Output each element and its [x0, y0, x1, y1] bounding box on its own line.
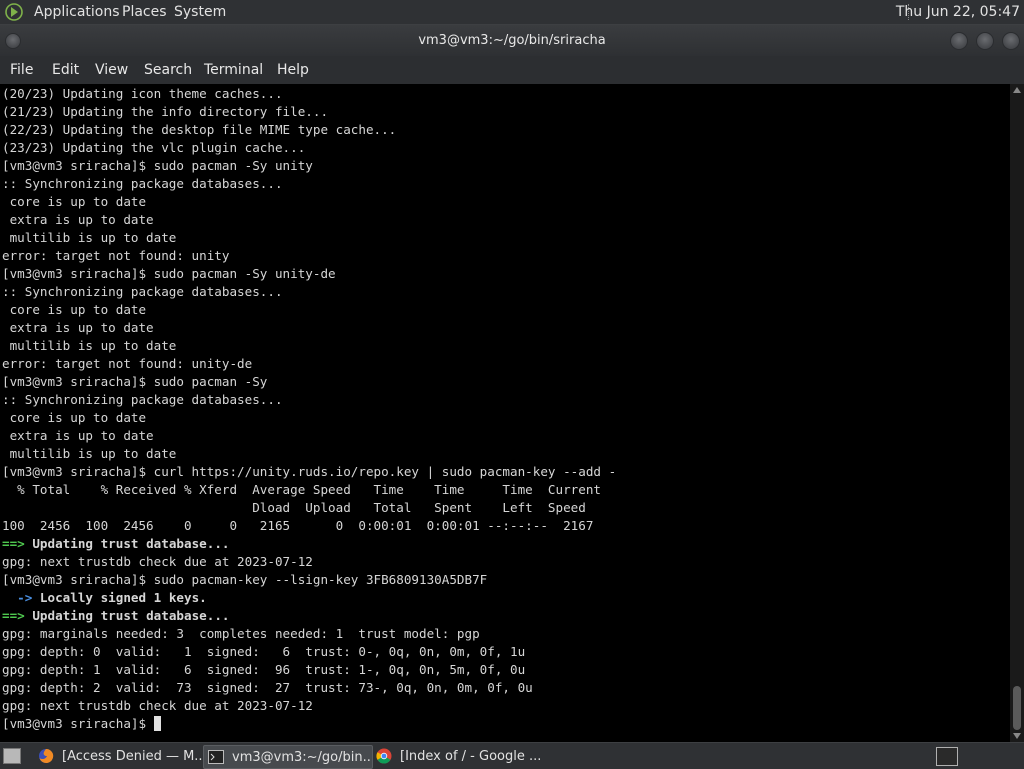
- minimize-button[interactable]: [950, 32, 968, 50]
- maximize-button[interactable]: [976, 32, 994, 50]
- menu-search[interactable]: Search: [144, 62, 192, 78]
- terminal-line: multilib is up to date: [2, 338, 177, 353]
- scrollbar-thumb[interactable]: [1013, 686, 1021, 730]
- terminal-line: % Total % Received % Xferd Average Speed…: [2, 482, 601, 497]
- terminal-scrollbar[interactable]: [1010, 84, 1024, 742]
- menu-edit[interactable]: Edit: [52, 62, 79, 78]
- terminal-line: -> Locally signed 1 keys.: [2, 590, 207, 605]
- terminal-line: [vm3@vm3 sriracha]$ sudo pacman -Sy unit…: [2, 158, 313, 173]
- chrome-icon: [376, 748, 392, 764]
- terminal-line: (23/23) Updating the vlc plugin cache...: [2, 140, 306, 155]
- terminal-line: ==> Updating trust database...: [2, 536, 230, 551]
- scroll-down-arrow-icon[interactable]: [1013, 733, 1021, 739]
- terminal-line: extra is up to date: [2, 212, 154, 227]
- task-chrome[interactable]: [Index of / - Google ...: [372, 745, 542, 767]
- terminal-line: (22/23) Updating the desktop file MIME t…: [2, 122, 397, 137]
- window-titlebar[interactable]: vm3@vm3:~/go/bin/sriracha: [0, 25, 1024, 56]
- terminal-line: multilib is up to date: [2, 230, 177, 245]
- terminal-line: gpg: depth: 1 valid: 6 signed: 96 trust:…: [2, 662, 526, 677]
- scroll-up-arrow-icon[interactable]: [1013, 87, 1021, 93]
- menu-file[interactable]: File: [10, 62, 33, 78]
- terminal-line: Dload Upload Total Spent Left Speed: [2, 500, 586, 515]
- terminal-line: gpg: marginals needed: 3 completes neede…: [2, 626, 480, 641]
- terminal-output[interactable]: (20/23) Updating icon theme caches... (21…: [0, 84, 1010, 742]
- top-panel: Applications Places System Thu Jun 22, 0…: [0, 0, 1024, 25]
- gnome-foot-icon[interactable]: [5, 3, 23, 21]
- task-terminal[interactable]: vm3@vm3:~/go/bin...: [203, 745, 373, 769]
- window-title: vm3@vm3:~/go/bin/sriracha: [418, 33, 606, 48]
- applications-menu[interactable]: Applications: [34, 4, 120, 20]
- task-label: vm3@vm3:~/go/bin...: [232, 749, 373, 765]
- terminal-line: [vm3@vm3 sriracha]$: [2, 715, 616, 733]
- terminal-line: gpg: depth: 2 valid: 73 signed: 27 trust…: [2, 680, 533, 695]
- show-desktop-icon[interactable]: [3, 748, 21, 764]
- terminal-line: core is up to date: [2, 410, 147, 425]
- system-menu[interactable]: System: [174, 4, 226, 20]
- terminal-line: [vm3@vm3 sriracha]$ curl https://unity.r…: [2, 464, 617, 479]
- task-label: [Index of / - Google ...: [400, 748, 542, 764]
- terminal-line: [vm3@vm3 sriracha]$ sudo pacman-key --ls…: [2, 572, 488, 587]
- task-firefox[interactable]: [Access Denied — M...: [34, 745, 204, 767]
- places-menu[interactable]: Places: [122, 4, 167, 20]
- taskbar: [Access Denied — M... vm3@vm3:~/go/bin..…: [0, 742, 1024, 769]
- close-button[interactable]: [1002, 32, 1020, 50]
- terminal-line: gpg: next trustdb check due at 2023-07-1…: [2, 554, 313, 569]
- terminal-line: [vm3@vm3 sriracha]$ sudo pacman -Sy unit…: [2, 266, 336, 281]
- menu-help[interactable]: Help: [277, 62, 309, 78]
- terminal-line: ==> Updating trust database...: [2, 608, 230, 623]
- terminal-line: :: Synchronizing package databases...: [2, 176, 283, 191]
- task-label: [Access Denied — M...: [62, 748, 204, 764]
- terminal-line: (20/23) Updating icon theme caches...: [2, 86, 283, 101]
- terminal-lines: (20/23) Updating icon theme caches... (21…: [2, 85, 616, 733]
- terminal-line: extra is up to date: [2, 428, 154, 443]
- terminal-line: :: Synchronizing package databases...: [2, 392, 283, 407]
- terminal-line: core is up to date: [2, 302, 147, 317]
- menu-view[interactable]: View: [95, 62, 128, 78]
- workspace-switcher-icon[interactable]: [936, 747, 958, 766]
- terminal-line: core is up to date: [2, 194, 147, 209]
- menubar: File Edit View Search Terminal Help: [0, 56, 1024, 84]
- terminal-line: gpg: depth: 0 valid: 1 signed: 6 trust: …: [2, 644, 526, 659]
- terminal-line: 100 2456 100 2456 0 0 2165 0 0:00:01 0:0…: [2, 518, 594, 533]
- terminal-line: :: Synchronizing package databases...: [2, 284, 283, 299]
- menu-terminal[interactable]: Terminal: [204, 62, 263, 78]
- clock[interactable]: Thu Jun 22, 05:47: [896, 4, 1020, 20]
- firefox-icon: [39, 748, 54, 763]
- terminal-icon: [208, 750, 224, 764]
- terminal-line: [vm3@vm3 sriracha]$ sudo pacman -Sy: [2, 374, 268, 389]
- terminal-line: error: target not found: unity: [2, 248, 230, 263]
- terminal-line: error: target not found: unity-de: [2, 356, 253, 371]
- terminal-cursor: [153, 716, 161, 731]
- terminal-line: multilib is up to date: [2, 446, 177, 461]
- terminal-line: gpg: next trustdb check due at 2023-07-1…: [2, 698, 313, 713]
- terminal-line: extra is up to date: [2, 320, 154, 335]
- terminal-line: (21/23) Updating the info directory file…: [2, 104, 329, 119]
